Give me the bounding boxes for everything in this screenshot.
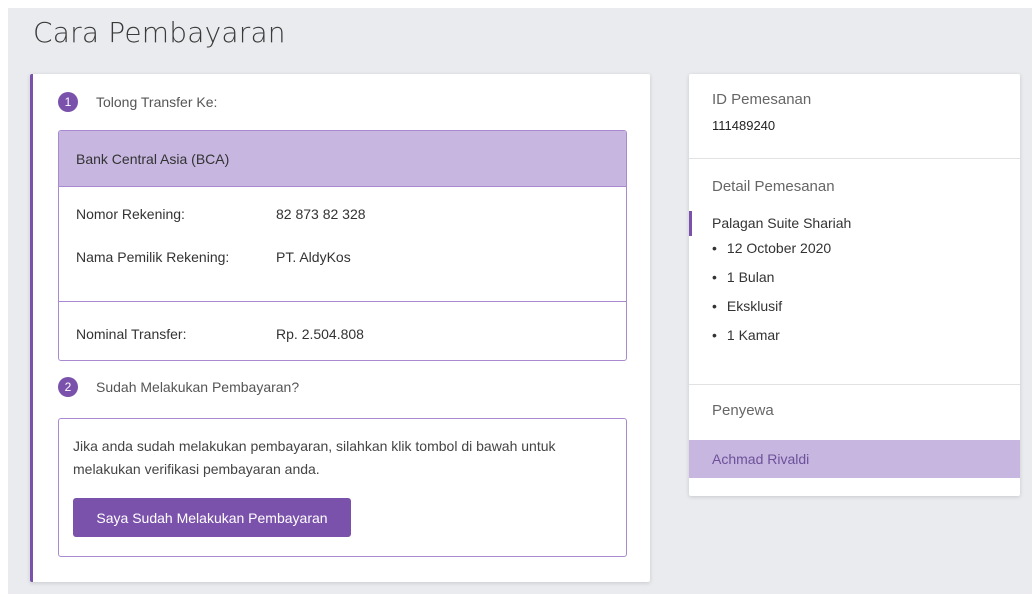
step-number-2: 2 bbox=[58, 377, 78, 397]
account-owner-value: PT. AldyKos bbox=[276, 249, 351, 265]
nominal-label: Nominal Transfer: bbox=[76, 326, 187, 342]
currency-prefix: Rp. bbox=[276, 326, 298, 342]
tenant-title: Penyewa bbox=[712, 402, 774, 419]
nominal-row: Nominal Transfer: Rp. 2.504.808 bbox=[76, 326, 364, 342]
hotel-name: Palagan Suite Shariah bbox=[712, 215, 852, 231]
bank-name: Bank Central Asia (BCA) bbox=[59, 131, 626, 187]
step-number-1: 1 bbox=[58, 92, 78, 112]
order-detail-title: Detail Pemesanan bbox=[712, 178, 835, 195]
account-number-label: Nomor Rekening: bbox=[76, 206, 185, 222]
detail-room-count: 1 Kamar bbox=[712, 324, 831, 353]
order-id-title: ID Pemesanan bbox=[712, 91, 812, 108]
step-confirm: 2 Sudah Melakukan Pembayaran? bbox=[58, 377, 299, 397]
confirm-payment-button[interactable]: Saya Sudah Melakukan Pembayaran bbox=[73, 498, 351, 537]
divider bbox=[689, 384, 1020, 385]
divider bbox=[689, 158, 1020, 159]
accent-marker bbox=[689, 211, 692, 236]
account-number-row: Nomor Rekening: 82 873 82 328 bbox=[76, 206, 366, 222]
order-id-value: 111489240 bbox=[712, 118, 776, 133]
account-owner-label: Nama Pemilik Rekening: bbox=[76, 249, 230, 265]
detail-date: 12 October 2020 bbox=[712, 237, 831, 266]
order-summary-card: ID Pemesanan 111489240 Detail Pemesanan … bbox=[689, 74, 1020, 496]
confirmation-text: Jika anda sudah melakukan pembayaran, si… bbox=[73, 438, 556, 477]
page-title: Cara Pembayaran bbox=[33, 16, 286, 49]
order-detail-list: 12 October 2020 1 Bulan Eksklusif 1 Kama… bbox=[712, 237, 831, 353]
detail-duration: 1 Bulan bbox=[712, 266, 831, 295]
confirmation-box: Jika anda sudah melakukan pembayaran, si… bbox=[58, 418, 627, 557]
account-owner-row: Nama Pemilik Rekening: PT. AldyKos bbox=[76, 249, 351, 265]
step-label-transfer: Tolong Transfer Ke: bbox=[96, 94, 218, 110]
page-background: Cara Pembayaran 1 Tolong Transfer Ke: Ba… bbox=[8, 8, 1032, 594]
tenant-name: Achmad Rivaldi bbox=[689, 440, 1020, 478]
account-number-value: 82 873 82 328 bbox=[276, 206, 366, 222]
divider bbox=[59, 301, 626, 302]
nominal-value: Rp. 2.504.808 bbox=[276, 326, 364, 342]
bank-details-box: Bank Central Asia (BCA) Nomor Rekening: … bbox=[58, 130, 627, 361]
step-label-confirm: Sudah Melakukan Pembayaran? bbox=[96, 379, 300, 395]
nominal-amount: 2.504.808 bbox=[301, 326, 364, 342]
detail-room-type: Eksklusif bbox=[712, 295, 831, 324]
payment-instructions-card: 1 Tolong Transfer Ke: Bank Central Asia … bbox=[30, 74, 650, 582]
step-transfer: 1 Tolong Transfer Ke: bbox=[58, 92, 217, 112]
